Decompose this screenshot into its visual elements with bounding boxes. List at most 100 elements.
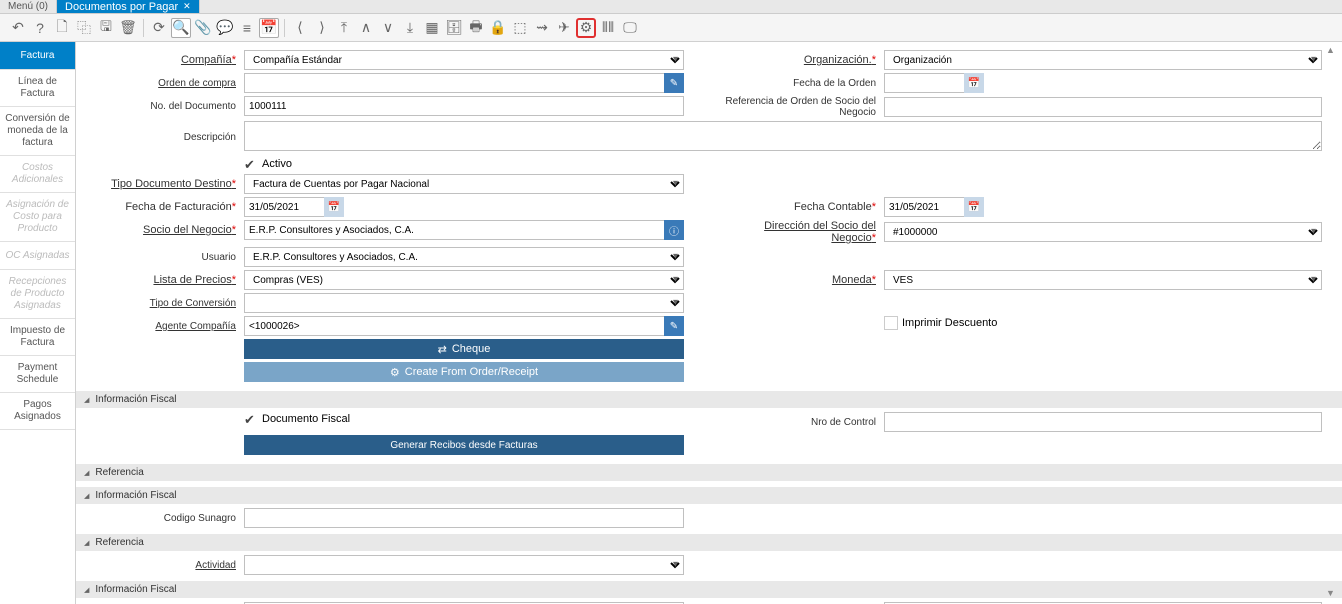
checkbox-imprimir[interactable] xyxy=(884,316,898,330)
label-compania[interactable]: Compañía* xyxy=(84,54,244,66)
up-icon[interactable]: ∧ xyxy=(356,18,376,38)
nro-control-input[interactable] xyxy=(884,412,1322,432)
direccion-socio-select[interactable]: #1000000 xyxy=(884,222,1322,242)
separator xyxy=(143,19,144,37)
fecha-fact-input[interactable] xyxy=(244,197,324,217)
sidebar-item-payment[interactable]: Payment Schedule xyxy=(0,356,75,393)
chat-icon[interactable]: 💬 xyxy=(215,18,235,38)
sidebar-item-recepciones[interactable]: Recepciones de Producto Asignadas xyxy=(0,270,75,319)
sidebar-item-conversion[interactable]: Conversión de moneda de la factura xyxy=(0,107,75,156)
create-from-button[interactable]: ⚙Create From Order/Receipt xyxy=(244,362,684,382)
scroll-down-icon[interactable]: ▼ xyxy=(1326,588,1338,600)
descripcion-textarea[interactable] xyxy=(244,121,1322,151)
workflow-icon[interactable]: ⇝ xyxy=(532,18,552,38)
orden-compra-input[interactable] xyxy=(244,73,664,93)
barcode-icon[interactable]: ⦀⦀ xyxy=(598,18,618,38)
screen-icon[interactable]: 🖵 xyxy=(620,18,640,38)
process-gear-icon[interactable]: ⚙ xyxy=(576,18,596,38)
tipo-conversion-select[interactable] xyxy=(244,293,684,313)
report-icon[interactable]: ▦ xyxy=(422,18,442,38)
sidebar-item-linea[interactable]: Línea de Factura xyxy=(0,70,75,107)
ref-orden-socio-input[interactable] xyxy=(884,97,1322,117)
section-info-fiscal-3[interactable]: Información Fiscal xyxy=(76,581,1342,598)
gear-icon: ⚙ xyxy=(390,366,400,379)
zoom-icon[interactable]: ⬚ xyxy=(510,18,530,38)
lock-icon[interactable]: 🔒 xyxy=(488,18,508,38)
label-agente[interactable]: Agente Compañía xyxy=(84,321,244,332)
attach-icon[interactable]: 📎 xyxy=(193,18,213,38)
tab-label: Documentos por Pagar xyxy=(65,1,178,13)
fecha-orden-input[interactable] xyxy=(884,73,964,93)
actividad-select[interactable] xyxy=(244,555,684,575)
codigo-sunagro-input[interactable] xyxy=(244,508,684,528)
send-icon[interactable]: ✈ xyxy=(554,18,574,38)
undo-icon[interactable]: ↶ xyxy=(8,18,28,38)
search-icon[interactable]: 🔍 xyxy=(171,18,191,38)
sidebar-item-pagos[interactable]: Pagos Asignados xyxy=(0,393,75,430)
calendar-icon[interactable]: 📅 xyxy=(324,197,344,217)
refresh-icon[interactable]: ⟳ xyxy=(149,18,169,38)
label-ref-orden-socio: Referencia de Orden de Socio del Negocio xyxy=(724,96,884,118)
label-tipo-doc[interactable]: Tipo Documento Destino* xyxy=(84,178,244,190)
orden-compra-lookup-icon[interactable]: ✎ xyxy=(664,73,684,93)
content-area: Compañía* Compañía Estándar Organización… xyxy=(76,42,1342,604)
no-documento-input[interactable] xyxy=(244,96,684,116)
tipo-doc-select[interactable]: Factura de Cuentas por Pagar Nacional xyxy=(244,174,684,194)
label-socio[interactable]: Socio del Negocio* xyxy=(84,224,244,236)
lista-precios-select[interactable]: Compras (VES) xyxy=(244,270,684,290)
sidebar-item-factura[interactable]: Factura xyxy=(0,42,75,70)
label-tipo-conversion[interactable]: Tipo de Conversión xyxy=(84,298,244,309)
label-organizacion[interactable]: Organización.* xyxy=(724,54,884,66)
label-actividad[interactable]: Actividad xyxy=(84,560,244,571)
print-icon[interactable]: 🖶 xyxy=(466,18,486,38)
label-moneda[interactable]: Moneda* xyxy=(724,274,884,286)
moneda-select[interactable]: VES xyxy=(884,270,1322,290)
next-icon[interactable]: ⟩ xyxy=(312,18,332,38)
list-icon[interactable]: ≡ xyxy=(237,18,257,38)
section-referencia-2[interactable]: Referencia xyxy=(76,534,1342,551)
check-icon[interactable]: ✔ xyxy=(244,412,258,426)
copy-icon[interactable]: ⿻ xyxy=(74,18,94,38)
prev-icon[interactable]: ⟨ xyxy=(290,18,310,38)
tab-documentos[interactable]: Documentos por Pagar ✕ xyxy=(57,0,200,13)
archive-icon[interactable]: 🗄 xyxy=(444,18,464,38)
delete-icon[interactable]: 🗑 xyxy=(118,18,138,38)
last-icon[interactable]: ⤓ xyxy=(400,18,420,38)
down-icon[interactable]: ∨ xyxy=(378,18,398,38)
save-icon[interactable]: 🖫 xyxy=(96,18,116,38)
tab-menu[interactable]: Menú (0) xyxy=(0,0,57,13)
cheque-button[interactable]: ⇄Cheque xyxy=(244,339,684,359)
sidebar-item-costos[interactable]: Costos Adicionales xyxy=(0,156,75,193)
sidebar-item-oc[interactable]: OC Asignadas xyxy=(0,242,75,270)
calendar-icon[interactable]: 📅 xyxy=(259,18,279,38)
close-icon[interactable]: ✕ xyxy=(183,1,191,12)
sidebar-item-asignacion[interactable]: Asignación de Costo para Producto xyxy=(0,193,75,242)
sidebar-item-impuesto[interactable]: Impuesto de Factura xyxy=(0,319,75,356)
organizacion-select[interactable]: Organización xyxy=(884,50,1322,70)
agente-input[interactable] xyxy=(244,316,664,336)
label-descripcion: Descripción xyxy=(84,132,244,143)
calendar-icon[interactable]: 📅 xyxy=(964,73,984,93)
compania-select[interactable]: Compañía Estándar xyxy=(244,50,684,70)
section-info-fiscal[interactable]: Información Fiscal xyxy=(76,391,1342,408)
first-icon[interactable]: ⤒ xyxy=(334,18,354,38)
help-icon[interactable]: ? xyxy=(30,18,50,38)
label-orden-compra[interactable]: Orden de compra xyxy=(84,78,244,89)
section-referencia[interactable]: Referencia xyxy=(76,464,1342,481)
label-no-documento: No. del Documento xyxy=(84,101,244,112)
socio-input[interactable] xyxy=(244,220,664,240)
scroll-up-icon[interactable]: ▲ xyxy=(1326,45,1338,57)
action-icon: ⇄ xyxy=(438,343,447,356)
label-lista-precios[interactable]: Lista de Precios* xyxy=(84,274,244,286)
usuario-select[interactable]: E.R.P. Consultores y Asociados, C.A. xyxy=(244,247,684,267)
new-icon[interactable]: 🗋 xyxy=(52,18,72,38)
check-icon[interactable]: ✔ xyxy=(244,157,258,171)
section-info-fiscal-2[interactable]: Información Fiscal xyxy=(76,487,1342,504)
generar-recibos-button[interactable]: Generar Recibos desde Facturas xyxy=(244,435,684,455)
edit-icon[interactable]: ✎ xyxy=(664,316,684,336)
label-direccion-socio[interactable]: Dirección del Socio del Negocio* xyxy=(724,220,884,244)
label-nro-control: Nro de Control xyxy=(724,417,884,428)
fecha-contable-input[interactable] xyxy=(884,197,964,217)
calendar-icon[interactable]: 📅 xyxy=(964,197,984,217)
info-icon[interactable]: ⓘ xyxy=(664,220,684,240)
